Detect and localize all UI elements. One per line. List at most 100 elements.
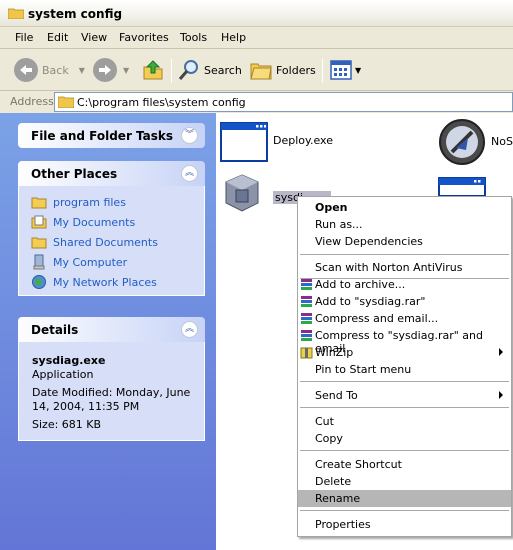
panel-title: Details (31, 323, 79, 337)
other-places-header[interactable]: Other Places ︽ (18, 161, 205, 186)
winrar-icon (301, 313, 312, 324)
expand-chevron-icon[interactable]: ︾ (181, 127, 198, 144)
back-button[interactable]: Back ▼ (14, 57, 85, 83)
toolbar: Back ▼ ▼ Search Folders ▼ (0, 49, 513, 91)
submenu-arrow-icon (499, 348, 503, 356)
menu-item-run-as[interactable]: Run as... (298, 216, 511, 233)
file-name: Deploy.exe (273, 134, 333, 147)
menu-separator (300, 407, 509, 408)
file-item[interactable]: NoSt (438, 118, 513, 168)
address-label: Address (10, 95, 54, 108)
folders-icon (250, 63, 272, 80)
forward-dropdown-icon[interactable]: ▼ (123, 66, 129, 75)
menu-item-rename[interactable]: Rename (298, 490, 511, 507)
menu-item-add-to-rar[interactable]: Add to "sysdiag.rar" (298, 293, 511, 310)
menu-separator (300, 510, 509, 511)
menu-view[interactable]: View (81, 31, 107, 44)
collapse-chevron-icon[interactable]: ︽ (181, 321, 198, 338)
place-label: My Network Places (53, 275, 157, 289)
menu-item-compress-email[interactable]: Compress and email... (298, 310, 511, 327)
back-arrow-icon (14, 58, 38, 82)
details-header[interactable]: Details ︽ (18, 317, 205, 342)
folders-label: Folders (276, 63, 316, 77)
winrar-icon (301, 330, 312, 341)
menu-item-pin-start[interactable]: Pin to Start menu (298, 361, 511, 378)
search-label: Search (204, 63, 242, 77)
toolbar-separator (322, 59, 323, 83)
place-shared-documents[interactable]: Shared Documents (19, 232, 204, 252)
network-globe-icon (32, 275, 46, 289)
place-my-documents[interactable]: My Documents (19, 212, 204, 232)
menu-favorites[interactable]: Favorites (119, 31, 169, 44)
menu-edit[interactable]: Edit (47, 31, 68, 44)
back-label: Back (42, 63, 69, 77)
my-documents-icon (31, 215, 47, 229)
menu-separator (300, 254, 509, 255)
folders-button[interactable]: Folders (250, 57, 316, 83)
details-modified: Date Modified: Monday, June 14, 2004, 11… (32, 386, 191, 413)
menu-item-copy[interactable]: Copy (298, 430, 511, 447)
toolbar-separator (171, 59, 172, 83)
menu-item-send-to[interactable]: Send To (298, 387, 511, 404)
menu-file[interactable]: File (15, 31, 33, 44)
winrar-icon (301, 279, 312, 290)
menu-item-create-shortcut[interactable]: Create Shortcut (298, 456, 511, 473)
menu-bar: File Edit View Favorites Tools Help (0, 27, 513, 49)
address-path: C:\program files\system config (77, 96, 246, 109)
forward-button[interactable]: ▼ (93, 57, 129, 83)
search-icon (178, 60, 198, 80)
collapse-chevron-icon[interactable]: ︽ (181, 165, 198, 182)
place-label: My Computer (53, 255, 128, 269)
menu-separator (300, 381, 509, 382)
file-item-selected[interactable]: sysdi (220, 173, 331, 223)
search-button[interactable]: Search (178, 57, 242, 83)
file-name: NoSt (491, 135, 513, 148)
menu-item-scan-norton[interactable]: Scan with Norton AntiVirus (298, 259, 511, 276)
views-button[interactable]: ▼ (330, 57, 361, 83)
menu-item-properties[interactable]: Properties (298, 516, 511, 533)
folder-icon (8, 8, 24, 19)
context-menu: Open Run as... View Dependencies Scan wi… (297, 196, 512, 537)
diagnostic-cube-icon (225, 174, 259, 212)
menu-tools[interactable]: Tools (180, 31, 207, 44)
menu-help[interactable]: Help (221, 31, 246, 44)
up-folder-button[interactable] (142, 57, 164, 83)
menu-separator (300, 450, 509, 451)
place-my-computer[interactable]: My Computer (19, 252, 204, 272)
submenu-arrow-icon (499, 391, 503, 399)
details-filetype: Application (32, 368, 94, 381)
menu-item-view-dependencies[interactable]: View Dependencies (298, 233, 511, 250)
no-entry-icon (439, 119, 485, 165)
address-input[interactable]: C:\program files\system config (54, 92, 513, 112)
task-pane: File and Folder Tasks ︾ Other Places ︽ p… (0, 113, 216, 550)
file-item[interactable]: Deploy.exe (220, 122, 333, 172)
shared-folder-icon (31, 237, 47, 249)
place-label: Shared Documents (53, 235, 158, 249)
panel-title: Other Places (31, 167, 118, 181)
folder-icon (31, 197, 47, 209)
menu-item-open[interactable]: Open (298, 199, 511, 216)
file-folder-tasks-panel: File and Folder Tasks ︾ (18, 123, 205, 148)
menu-item-winzip[interactable]: WinZip (298, 344, 511, 361)
menu-item-compress-rar-email[interactable]: Compress to "sysdiag.rar" and email (298, 327, 511, 355)
views-dropdown-icon[interactable]: ▼ (355, 66, 361, 75)
details-body: sysdiag.exe Application Date Modified: M… (18, 342, 205, 441)
folder-icon (58, 96, 74, 108)
up-folder-icon (143, 60, 163, 80)
place-program-files[interactable]: program files (19, 192, 204, 212)
details-size: Size: 681 KB (32, 418, 102, 431)
details-filename: sysdiag.exe (32, 354, 106, 367)
application-window-icon (220, 122, 268, 162)
menu-item-cut[interactable]: Cut (298, 413, 511, 430)
forward-arrow-icon (93, 58, 117, 82)
winrar-icon (301, 296, 312, 307)
winzip-icon (300, 347, 313, 359)
menu-item-delete[interactable]: Delete (298, 473, 511, 490)
place-my-network-places[interactable]: My Network Places (19, 272, 204, 292)
my-computer-icon (33, 254, 45, 270)
menu-item-add-to-archive[interactable]: Add to archive... (298, 276, 511, 293)
views-icon (330, 60, 352, 80)
title-bar: system config (0, 0, 513, 27)
file-folder-tasks-header[interactable]: File and Folder Tasks ︾ (18, 123, 205, 148)
back-dropdown-icon[interactable]: ▼ (79, 66, 85, 75)
